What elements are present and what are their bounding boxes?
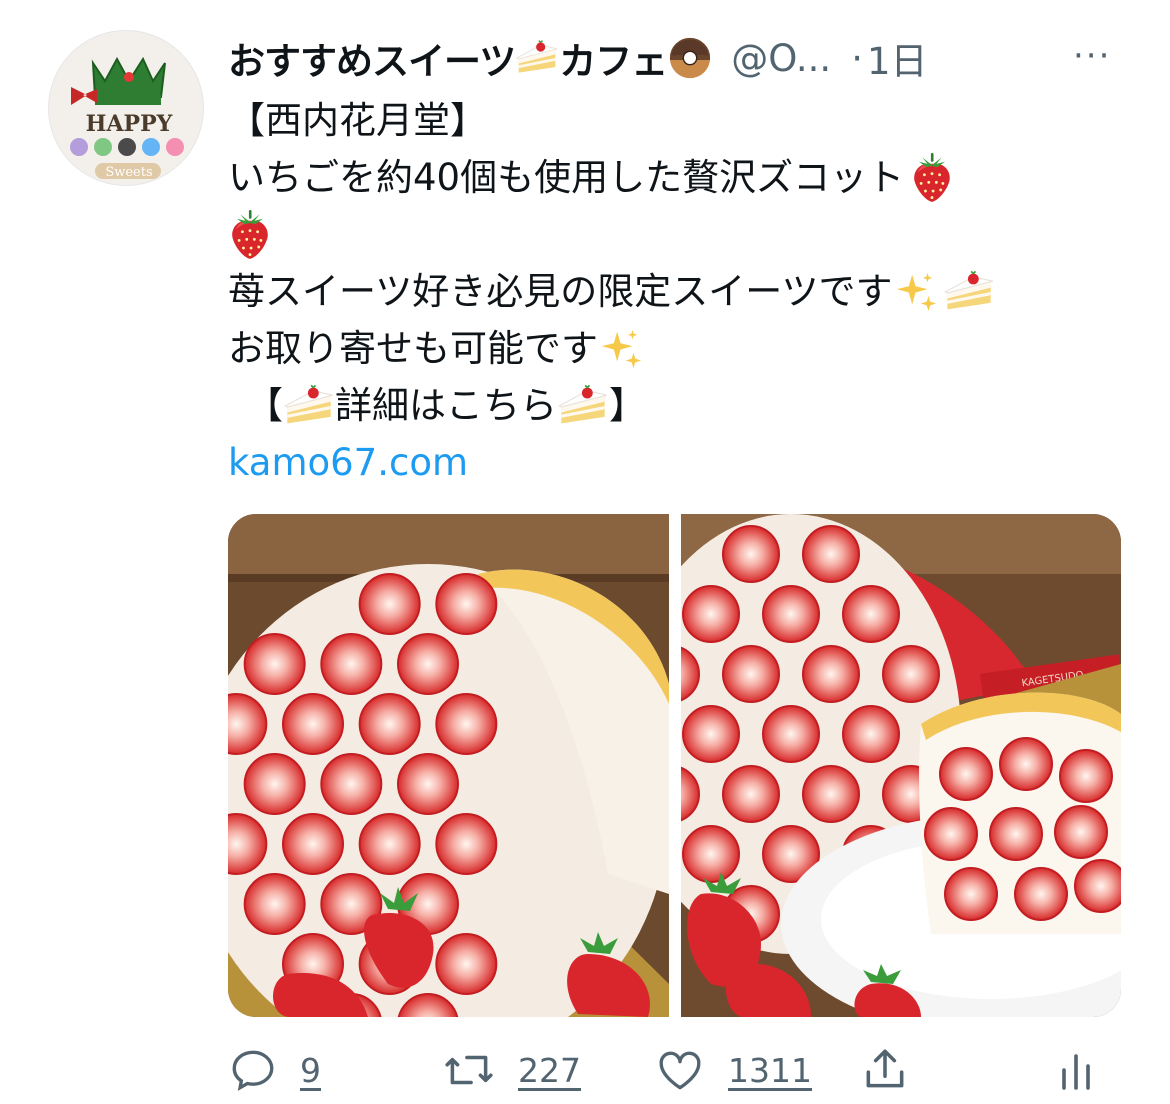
strawberry-slice bbox=[358, 573, 421, 635]
shortcake-icon bbox=[515, 39, 559, 77]
strawberry-in-slice bbox=[923, 807, 978, 861]
strawberry-slice bbox=[320, 633, 383, 695]
tweet-line-1: 【西内花月堂】 bbox=[228, 99, 487, 142]
bracket-close: 】 bbox=[609, 384, 646, 427]
photo-strawberry-cake-slice[interactable]: KAGETSUDO bbox=[680, 514, 1121, 1017]
strawberry-slice bbox=[801, 525, 860, 583]
reply-button[interactable]: 9 bbox=[228, 1040, 321, 1100]
media-grid: KAGETSUDO bbox=[228, 514, 1121, 1017]
tweet-line-4: 苺スイーツ好き必見の限定スイーツです bbox=[228, 270, 893, 313]
strawberry-slice bbox=[841, 705, 900, 763]
strawberry-slice bbox=[721, 525, 780, 583]
strawberry-slice bbox=[397, 633, 459, 695]
strawberry-slice bbox=[841, 585, 900, 643]
strawberry-in-slice bbox=[1058, 749, 1113, 803]
shortcake-icon bbox=[283, 384, 335, 428]
photo-strawberry-dome-cake[interactable] bbox=[228, 514, 669, 1017]
tweet-line-2: いちごを約40個も使用した贅沢ズコット bbox=[228, 156, 905, 199]
retweet-count: 227 bbox=[518, 1050, 581, 1090]
bracket-open: 【 bbox=[246, 384, 283, 427]
display-name[interactable]: おすすめスイーツ bbox=[228, 31, 516, 85]
strawberry-slice bbox=[243, 633, 306, 695]
strawberry-in-slice bbox=[1073, 859, 1121, 913]
strawberry-slice bbox=[881, 645, 940, 703]
strawberry-icon bbox=[910, 153, 954, 203]
share-button[interactable] bbox=[860, 1040, 910, 1100]
donut-icon bbox=[667, 35, 713, 81]
strawberry-slice bbox=[243, 873, 306, 935]
strawberry-in-slice bbox=[988, 807, 1043, 861]
heart-icon bbox=[659, 1051, 701, 1090]
strawberry-slice bbox=[761, 585, 820, 643]
share-icon bbox=[866, 1049, 904, 1088]
external-link[interactable]: kamo67.com bbox=[228, 434, 468, 491]
tweet-header: おすすめスイーツ カフェ @O... · 1日 bbox=[228, 30, 1128, 86]
strawberry-slice bbox=[358, 813, 421, 875]
avatar[interactable]: HAPPY Sweets bbox=[48, 30, 204, 186]
reply-count: 9 bbox=[300, 1050, 321, 1090]
strawberry-slice bbox=[435, 693, 498, 755]
strawberry-slice bbox=[282, 813, 344, 875]
strawberry-in-slice bbox=[1013, 867, 1068, 921]
strawberry-icon bbox=[228, 210, 272, 260]
sparkles-icon bbox=[598, 326, 644, 372]
shortcake-icon bbox=[943, 270, 995, 314]
display-name-2[interactable]: カフェ bbox=[559, 31, 668, 85]
strawberry-in-slice bbox=[938, 747, 993, 801]
shortcake-icon bbox=[557, 384, 609, 428]
more-options-button[interactable]: ··· bbox=[1073, 36, 1111, 76]
user-handle[interactable]: @O... bbox=[731, 37, 831, 80]
strawberry-slice bbox=[243, 753, 306, 815]
strawberry-in-slice bbox=[943, 867, 998, 921]
strawberry-slice bbox=[761, 705, 820, 763]
strawberry-slice bbox=[721, 765, 780, 823]
avatar-text-bottom: Sweets bbox=[105, 165, 152, 180]
analytics-icon bbox=[1062, 1054, 1090, 1090]
reply-icon bbox=[232, 1050, 274, 1091]
strawberry-slice bbox=[397, 753, 459, 815]
time-separator: · bbox=[851, 36, 863, 80]
strawberry-slice bbox=[282, 693, 344, 755]
strawberry-slice bbox=[681, 825, 740, 883]
analytics-button[interactable] bbox=[1056, 1040, 1096, 1100]
strawberry-slice bbox=[801, 765, 860, 823]
avatar-text-top: HAPPY bbox=[86, 111, 173, 137]
details-text: 詳細はこちら bbox=[335, 384, 557, 427]
tweet-text: 【西内花月堂】 いちごを約40個も使用した贅沢ズコット 苺スイーツ好き必見の限定… bbox=[228, 92, 1128, 491]
timestamp[interactable]: 1日 bbox=[867, 31, 928, 85]
sparkles-icon bbox=[893, 269, 939, 315]
tweet-line-5: お取り寄せも可能です bbox=[228, 327, 598, 370]
strawberry-in-slice bbox=[1053, 805, 1108, 859]
retweet-icon bbox=[445, 1055, 493, 1085]
strawberry-slice bbox=[681, 705, 740, 763]
strawberry-slice bbox=[801, 645, 860, 703]
like-count: 1311 bbox=[728, 1050, 812, 1090]
strawberry-slice bbox=[681, 585, 740, 643]
strawberry-slice bbox=[358, 693, 421, 755]
strawberry-slice bbox=[435, 573, 498, 635]
strawberry-slice bbox=[435, 933, 498, 995]
strawberry-slice bbox=[320, 753, 383, 815]
action-bar: 9 227 1311 bbox=[228, 1040, 1128, 1100]
strawberry-in-slice bbox=[998, 737, 1053, 791]
like-button[interactable]: 1311 bbox=[654, 1040, 812, 1100]
strawberry-slice bbox=[721, 645, 780, 703]
retweet-button[interactable]: 227 bbox=[442, 1040, 581, 1100]
strawberry-slice bbox=[435, 813, 498, 875]
